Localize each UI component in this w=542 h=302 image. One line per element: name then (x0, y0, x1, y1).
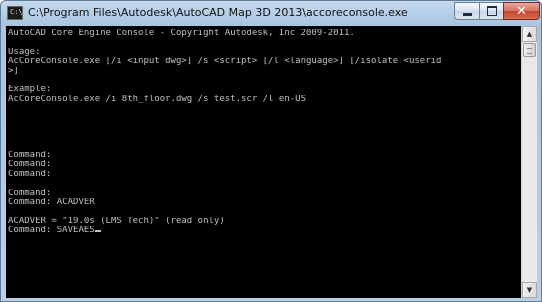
text-cursor (94, 230, 101, 233)
console-line: Command: (8, 151, 52, 161)
console-line: Command: (8, 169, 52, 179)
console-line: Command: ACADVER (8, 198, 95, 208)
console-line: >] (8, 66, 19, 76)
minimize-icon (462, 13, 472, 16)
title-bar[interactable]: C:\ C:\Program Files\Autodesk\AutoCAD Ma… (1, 1, 541, 26)
console-icon-prompt: C:\ (10, 8, 23, 16)
close-button[interactable]: ✕ (503, 2, 540, 20)
console-line: Usage: (8, 47, 41, 57)
console-line: Example: (8, 85, 52, 95)
console-line: AcCoreConsole.exe /i 8th_floor.dwg /s te… (8, 94, 307, 104)
minimize-button[interactable] (454, 2, 480, 20)
vertical-scrollbar[interactable]: ▲ ▼ (521, 26, 537, 298)
console-output[interactable]: AutoCAD Core Engine Console - Copyright … (6, 26, 521, 298)
console-line: Command: (8, 160, 52, 170)
console-window: C:\ C:\Program Files\Autodesk\AutoCAD Ma… (0, 0, 542, 302)
console-line: AutoCAD Core Engine Console - Copyright … (8, 29, 355, 38)
scroll-down-button[interactable]: ▼ (522, 282, 537, 298)
window-title: C:\Program Files\Autodesk\AutoCAD Map 3D… (28, 6, 408, 19)
scroll-up-button[interactable]: ▲ (522, 26, 537, 42)
arrow-down-icon: ▼ (526, 286, 533, 294)
console-line: AcCoreConsole.exe [/i <input dwg>] /s <s… (8, 57, 442, 67)
close-icon: ✕ (516, 3, 527, 19)
maximize-icon (486, 6, 497, 16)
arrow-up-icon: ▲ (526, 30, 533, 38)
console-line: Command: (8, 188, 52, 198)
console-line: ACADVER = "19.0s (LMS Tech)" (read only) (8, 216, 225, 226)
scroll-thumb[interactable] (523, 43, 536, 57)
console-text: AutoCAD Core Engine Console - Copyright … (8, 29, 521, 236)
console-icon[interactable]: C:\ (7, 6, 23, 20)
console-line: Command: SAVEAES (8, 226, 521, 235)
thumb-grip (527, 48, 532, 54)
maximize-button[interactable] (479, 2, 504, 20)
